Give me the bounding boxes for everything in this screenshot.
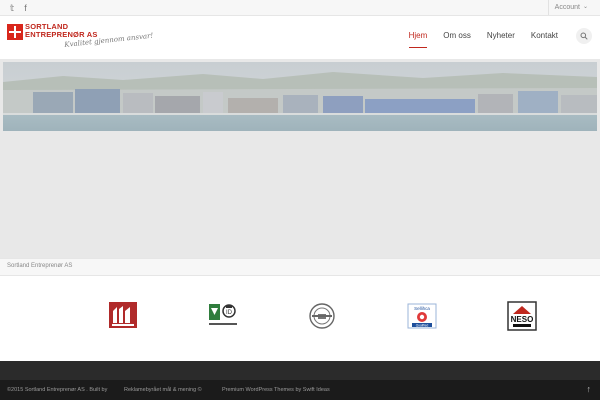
qualified-label: Qualified <box>416 323 429 327</box>
neso-label: NESO <box>511 315 534 324</box>
sellihca-label: Sellihca <box>414 306 430 311</box>
account-label: Account <box>554 4 580 11</box>
nav-item-kontakt[interactable]: Kontakt <box>523 16 566 60</box>
nav-item-nyheter[interactable]: Nyheter <box>479 16 523 60</box>
partner-logos: ID Sellihca Qualified NESO <box>0 277 600 361</box>
footer-copyright: ©2015 Sortland Entreprenør AS . Built by <box>7 387 108 393</box>
harbor-banner-image <box>3 62 597 131</box>
nav-item-om-oss[interactable]: Om oss <box>435 16 479 60</box>
neso-logo[interactable]: NESO <box>507 301 537 331</box>
chevron-down-icon: ⌄ <box>582 4 588 10</box>
site-logo[interactable]: SORTLAND ENTREPRENØR AS Kvalitet gjennom… <box>7 22 157 58</box>
site-footer: ©2015 Sortland Entreprenør AS . Built by… <box>0 380 600 400</box>
back-to-top-arrow-icon[interactable]: ↑ <box>587 384 592 394</box>
social-links: 𝕥 f <box>10 2 27 14</box>
hero-area <box>0 60 600 258</box>
sellihca-qualified-logo[interactable]: Sellihca Qualified <box>407 301 437 331</box>
startbank-logo[interactable]: ID <box>208 301 238 331</box>
footer-credit-link[interactable]: Reklamebyrået mål & mening © <box>124 387 202 393</box>
search-icon <box>580 32 588 40</box>
page-caption: Sortland Entreprenør AS <box>0 258 600 276</box>
site-header: SORTLAND ENTREPRENØR AS Kvalitet gjennom… <box>0 16 600 60</box>
caption-text: Sortland Entreprenør AS <box>7 263 73 269</box>
facebook-icon[interactable]: f <box>24 2 27 14</box>
twitter-icon[interactable]: 𝕥 <box>10 2 14 14</box>
logo-name: SORTLAND ENTREPRENØR AS <box>25 22 98 39</box>
account-menu[interactable]: Account ⌄ <box>547 0 600 15</box>
search-button[interactable] <box>576 28 592 44</box>
emblem-seal-logo[interactable] <box>307 301 337 331</box>
sentral-godkjenning-logo[interactable] <box>108 301 138 331</box>
top-bar: 𝕥 f Account ⌄ <box>0 0 600 16</box>
nav-item-hjem[interactable]: Hjem <box>401 16 436 60</box>
logo-mark-icon <box>7 24 23 40</box>
main-nav: Hjem Om oss Nyheter Kontakt <box>401 16 566 60</box>
footer-theme-link[interactable]: Premium WordPress Themes by Swift Ideas <box>222 387 330 393</box>
svg-text:ID: ID <box>226 310 233 316</box>
footer-band <box>0 361 600 380</box>
